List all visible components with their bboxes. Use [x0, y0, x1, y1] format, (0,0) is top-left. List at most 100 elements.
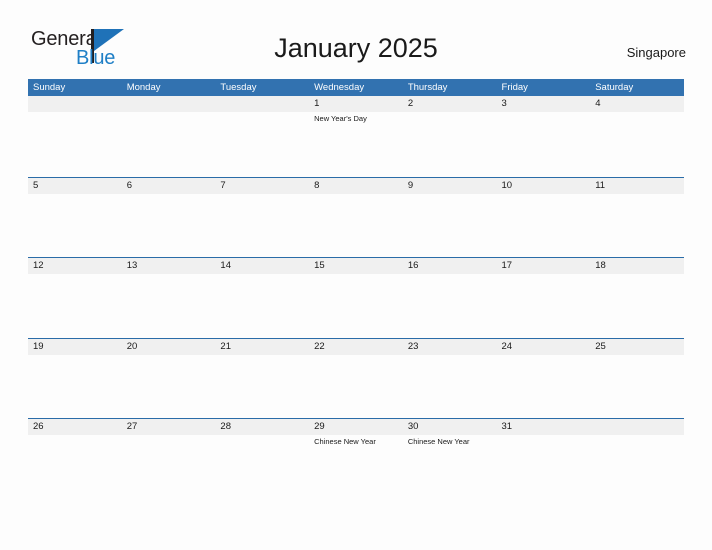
day-cell[interactable]: 22 — [309, 338, 403, 419]
day-cell[interactable]: 15 — [309, 258, 403, 338]
day-number-band — [309, 177, 403, 194]
week-cells: 12 13 14 15 16 17 18 — [28, 258, 684, 338]
day-number: 22 — [314, 340, 325, 352]
day-cell[interactable]: 2 — [402, 96, 497, 177]
week-cells: 26 27 28 29 Chinese New Year 30 Chinese New Ye… — [28, 419, 684, 499]
day-number: 31 — [501, 421, 513, 433]
day-cell[interactable]: 6 — [121, 177, 216, 258]
week-cells: 5 6 7 8 9 10 11 — [28, 177, 684, 258]
weekday-wednesday: Wednesday — [314, 82, 365, 93]
day-cell[interactable]: 1 New Year's Day — [309, 96, 403, 177]
day-cell[interactable]: 10 — [496, 177, 591, 258]
day-cell[interactable]: 14 — [215, 258, 310, 338]
weekday-tuesday: Tuesday — [220, 82, 257, 93]
day-number-band — [309, 96, 403, 112]
weekday-saturday: Saturday — [595, 82, 634, 93]
week-row: 12 13 14 15 16 17 18 — [28, 257, 684, 338]
day-number-band — [121, 177, 216, 194]
day-cell[interactable]: 16 — [402, 258, 497, 338]
weekday-monday: Monday — [126, 82, 161, 93]
day-cell-empty — [28, 96, 122, 177]
day-number: 9 — [407, 179, 414, 191]
day-number-band — [28, 177, 122, 194]
day-number: 2 — [407, 98, 414, 109]
week-cells: 19 20 21 22 23 24 25 — [28, 338, 684, 419]
day-cell[interactable]: 5 — [28, 177, 122, 258]
day-number: 19 — [33, 340, 44, 352]
day-cell[interactable]: 12 — [28, 258, 122, 338]
day-cell[interactable]: 29 Chinese New Year — [309, 419, 403, 499]
day-number-band — [215, 96, 310, 112]
day-cell[interactable]: 4 — [590, 96, 684, 177]
day-cell[interactable]: 17 — [496, 258, 591, 338]
day-cell[interactable]: 26 — [28, 419, 122, 499]
day-cell[interactable]: 25 — [590, 338, 684, 419]
day-number: 28 — [220, 421, 231, 433]
day-number: 15 — [314, 260, 325, 272]
day-number-band — [402, 96, 497, 112]
day-cell[interactable]: 18 — [590, 258, 684, 338]
day-number-band — [402, 177, 497, 194]
event-label: Chinese New Year — [314, 437, 376, 447]
day-number: 29 — [314, 421, 325, 433]
weekday-sunday: Sunday — [33, 82, 66, 93]
day-number: 26 — [33, 421, 44, 433]
day-cell-empty — [121, 96, 216, 177]
day-number: 20 — [126, 340, 138, 352]
day-number: 7 — [220, 179, 226, 191]
day-cell[interactable]: 28 — [215, 419, 310, 499]
event-label: New Year's Day — [314, 114, 367, 123]
week-row: 5 6 7 8 9 10 11 — [28, 176, 684, 258]
day-cell[interactable]: 24 — [496, 338, 591, 419]
day-number: 4 — [595, 98, 601, 109]
day-events: Chinese New Year — [408, 436, 496, 447]
day-number: 16 — [407, 260, 419, 272]
weekday-header-row: Sunday Monday Tuesday Wednesday Thursday… — [28, 79, 684, 96]
day-number: 21 — [220, 340, 231, 352]
day-cell[interactable]: 11 — [590, 177, 684, 258]
day-number: 11 — [595, 179, 606, 191]
day-number-band — [28, 96, 122, 112]
day-cell[interactable]: 31 — [496, 419, 591, 499]
day-number: 24 — [501, 340, 513, 352]
day-number: 5 — [33, 179, 39, 191]
day-cell-empty — [590, 419, 684, 499]
day-number: 30 — [407, 421, 419, 433]
day-cell[interactable]: 9 — [402, 177, 497, 258]
day-number-band — [496, 96, 591, 112]
week-row: 1 New Year's Day 2 3 4 — [28, 96, 684, 177]
event-label: Chinese New Year — [407, 437, 470, 447]
locale-label: Singapore — [626, 45, 686, 60]
day-number: 14 — [220, 260, 231, 272]
day-cell[interactable]: 21 — [215, 338, 310, 419]
day-cell[interactable]: 13 — [121, 258, 216, 338]
day-number: 13 — [126, 260, 138, 272]
day-number: 10 — [501, 179, 513, 191]
day-number: 25 — [595, 340, 606, 352]
day-number: 1 — [314, 98, 320, 109]
day-number: 18 — [595, 260, 606, 272]
day-number: 17 — [501, 260, 513, 272]
weekday-friday: Friday — [501, 82, 528, 93]
weekday-thursday: Thursday — [407, 82, 448, 93]
page-header: General Blue January 2025 Singapore — [0, 0, 712, 79]
day-cell[interactable]: 7 — [215, 177, 310, 258]
calendar-page: General Blue January 2025 Singapore Sund… — [0, 0, 712, 550]
day-cell[interactable]: 19 — [28, 338, 122, 419]
day-cell[interactable]: 23 — [402, 338, 497, 419]
day-cell[interactable]: 8 — [309, 177, 403, 258]
day-cell[interactable]: 30 Chinese New Year — [402, 419, 497, 499]
page-title: January 2025 — [274, 33, 438, 63]
week-row: 26 27 28 29 Chinese New Year 30 Chinese New Ye… — [28, 418, 684, 499]
day-number: 12 — [33, 260, 44, 272]
day-cell[interactable]: 20 — [121, 338, 216, 419]
day-cell[interactable]: 3 — [496, 96, 591, 177]
day-number: 8 — [314, 179, 320, 191]
day-number-band — [215, 177, 310, 194]
weeks-container: 1 New Year's Day 2 3 4 5 6 7 8 9 10 11 12 13 14 15 16 17 1… — [28, 96, 684, 499]
day-number-band — [590, 419, 684, 436]
day-number: 23 — [407, 340, 419, 352]
month-grid: Sunday Monday Tuesday Wednesday Thursday… — [28, 79, 684, 499]
day-number-band — [121, 96, 216, 112]
day-cell[interactable]: 27 — [121, 419, 216, 499]
